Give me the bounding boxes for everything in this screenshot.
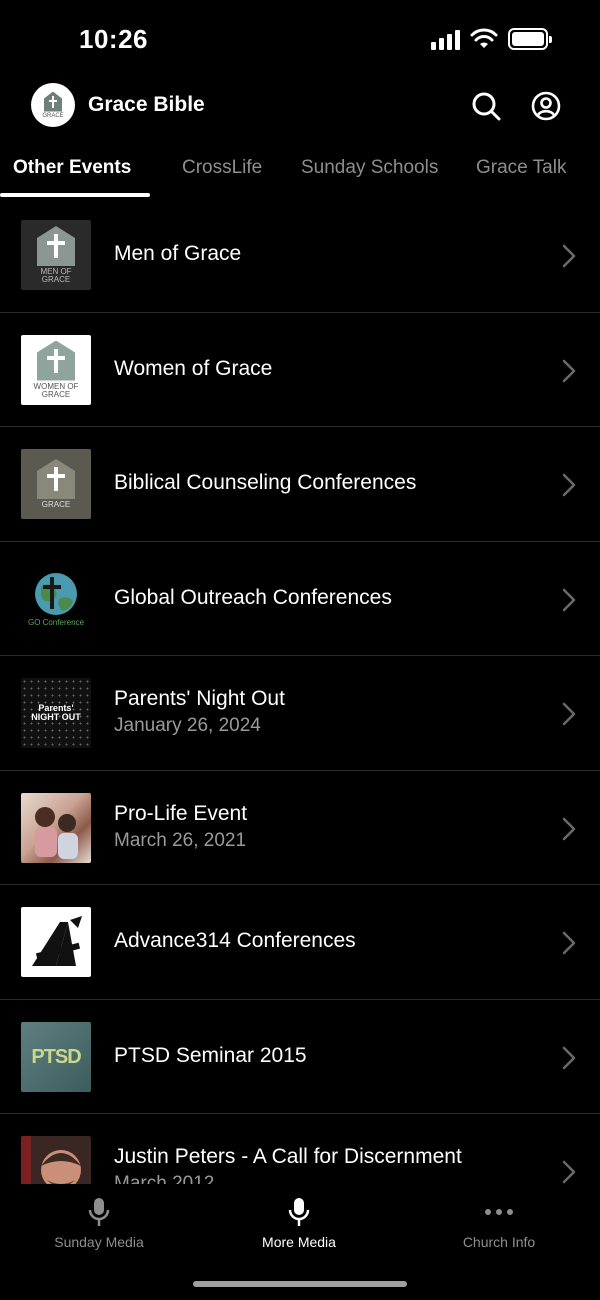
account-button[interactable] [530,90,562,122]
app-title: Grace Bible [88,93,205,116]
search-button[interactable] [470,90,502,122]
active-tab-indicator [0,193,150,197]
events-list: MEN OF GRACE Men of Grace WOMEN OF GRACE… [0,198,600,1184]
nav-label: Church Info [462,1234,536,1250]
item-title: Men of Grace [114,242,242,265]
nav-church-info[interactable]: Church Info [419,1196,579,1250]
item-thumbnail: Parents' NIGHT OUT [21,678,91,748]
account-icon [531,91,561,121]
chevron-right-icon [562,931,576,955]
item-title: Global Outreach Conferences [114,585,392,609]
item-thumbnail [21,1136,91,1184]
item-thumbnail: MEN OF GRACE [21,220,91,290]
list-item[interactable]: Justin Peters - A Call for Discernment M… [0,1114,600,1184]
microphone-icon [288,1198,310,1226]
list-item[interactable]: GO Conference Global Outreach Conference… [0,542,600,656]
bottom-tab-bar: Sunday Media More Media Church Info [0,1184,600,1300]
item-title: PTSD Seminar 2015 [114,1043,307,1067]
chevron-right-icon [562,817,576,840]
nav-more-media[interactable]: More Media [219,1196,379,1250]
tab-crosslife[interactable]: CrossLife [182,157,262,179]
status-bar: 10:26 [0,0,600,80]
item-title: Advance314 Conferences [114,929,356,952]
chevron-right-icon [562,473,576,497]
item-title: Pro-Life Event [114,801,248,825]
item-title: Biblical Counseling Conferences [114,471,417,494]
list-item[interactable]: Parents' NIGHT OUT Parents' Night Out Ja… [0,656,600,771]
list-item[interactable]: Advance314 Conferences [0,885,600,1000]
item-thumbnail [21,792,91,863]
house-cross-icon [44,91,62,112]
item-thumbnail: GRACE [21,449,91,519]
tab-other-events[interactable]: Other Events [13,157,131,179]
photo-children-image [35,806,78,859]
list-item[interactable]: MEN OF GRACE Men of Grace [0,198,600,313]
chevron-right-icon [562,359,576,382]
nav-label: Sunday Media [54,1234,144,1250]
cellular-signal-icon [431,28,460,50]
search-icon [472,92,501,121]
chevron-right-icon [562,702,576,726]
item-title: Women of Grace [114,356,273,380]
item-thumbnail: WOMEN OF GRACE [21,334,91,405]
list-item[interactable]: WOMEN OF GRACE Women of Grace [0,313,600,427]
item-thumbnail: PTSD [21,1021,91,1092]
list-item[interactable]: PTSD PTSD Seminar 2015 [0,1000,600,1114]
item-thumbnail [21,907,91,977]
item-title: Justin Peters - A Call for Discernment [114,1145,462,1168]
item-date: January 26, 2024 [114,715,261,736]
speaker-portrait-image [21,1136,81,1184]
list-item[interactable]: Pro-Life Event March 26, 2021 [0,771,600,885]
tab-grace-talk[interactable]: Grace Talk [476,157,566,179]
battery-icon [508,28,552,50]
wifi-icon [470,28,498,48]
chevron-right-icon [562,1160,576,1184]
microphone-icon [88,1198,110,1226]
category-tabs: Other Events CrossLife Sunday Schools Gr… [0,150,600,198]
chevron-right-icon [562,1046,576,1069]
list-item[interactable]: GRACE Biblical Counseling Conferences [0,427,600,542]
item-date: March 2012 [114,1173,215,1184]
nav-sunday-media[interactable]: Sunday Media [19,1196,179,1250]
status-time: 10:26 [79,24,148,54]
chevron-right-icon [562,588,576,611]
nav-label: More Media [262,1234,336,1250]
status-icons [431,28,552,50]
chevron-right-icon [562,244,576,268]
church-logo[interactable]: GRACE [31,83,75,127]
item-date: March 26, 2021 [114,829,247,851]
tab-sunday-schools[interactable]: Sunday Schools [301,157,438,179]
app-header: GRACE Grace Bible [0,80,600,132]
more-dots-icon [485,1209,513,1215]
logo-text: GRACE [42,112,64,119]
advance-logo-icon [32,916,82,966]
item-title: Parents' Night Out [114,687,285,710]
globe-cross-icon [35,572,77,615]
home-indicator[interactable] [193,1281,407,1287]
item-thumbnail: GO Conference [21,563,91,634]
